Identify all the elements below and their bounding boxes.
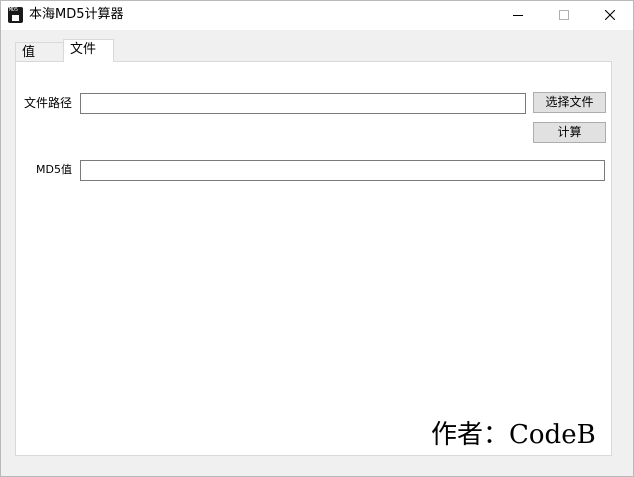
maximize-icon [559, 10, 569, 20]
minimize-button[interactable] [495, 1, 541, 30]
close-button[interactable] [587, 1, 633, 30]
title-bar[interactable]: MD5 本海MD5计算器 [1, 1, 633, 30]
calculate-button[interactable]: 计算 [533, 122, 606, 143]
file-path-input[interactable] [80, 93, 526, 114]
md5-output-field[interactable] [80, 160, 605, 181]
app-icon-text: MD5 [9, 7, 19, 13]
file-tab-panel: 文件路径 选择文件 计算 MD5值 作者：CodeB [15, 61, 612, 456]
author-credit: 作者：CodeB [431, 420, 596, 450]
file-path-label: 文件路径 [24, 96, 73, 110]
tab-file[interactable]: 文件 [63, 39, 114, 62]
maximize-button[interactable] [541, 1, 587, 30]
md5-app-icon: MD5 [8, 7, 23, 23]
tab-value[interactable]: 值 [15, 42, 64, 61]
md5-label: MD5值 [36, 163, 72, 176]
app-window: MD5 本海MD5计算器 值 文件 文件路径 选择文件 计算 MD5值 作者：C… [0, 0, 634, 477]
window-title: 本海MD5计算器 [29, 7, 124, 22]
select-file-button[interactable]: 选择文件 [533, 92, 606, 113]
close-icon [605, 10, 615, 20]
minimize-icon [513, 15, 523, 16]
